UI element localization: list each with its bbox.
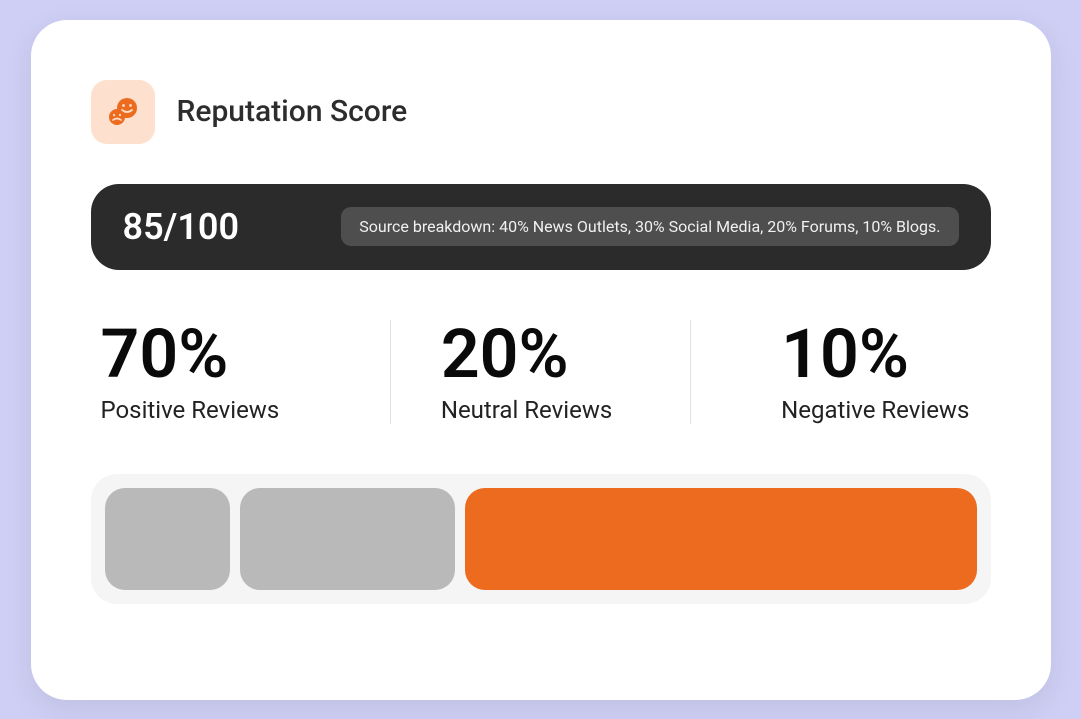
distribution-bar	[91, 474, 991, 604]
stat-neutral-value: 20%	[441, 320, 680, 388]
faces-icon	[91, 80, 155, 144]
score-value: 85/100	[123, 206, 240, 248]
bar-segment-3	[465, 488, 976, 590]
stat-positive: 70% Positive Reviews	[91, 320, 391, 424]
card-header: Reputation Score	[91, 80, 991, 144]
stat-positive-label: Positive Reviews	[101, 396, 380, 424]
card-title: Reputation Score	[177, 94, 408, 129]
source-breakdown-chip: Source breakdown: 40% News Outlets, 30% …	[341, 207, 958, 246]
stat-negative-value: 10%	[781, 320, 980, 388]
stat-negative-label: Negative Reviews	[781, 396, 980, 424]
bar-segment-1	[105, 488, 231, 590]
reputation-card: Reputation Score 85/100 Source breakdown…	[31, 20, 1051, 700]
stat-neutral: 20% Neutral Reviews	[391, 320, 691, 424]
bar-segment-2	[240, 488, 455, 590]
score-bar: 85/100 Source breakdown: 40% News Outlet…	[91, 184, 991, 270]
stat-positive-value: 70%	[101, 320, 380, 388]
stat-neutral-label: Neutral Reviews	[441, 396, 680, 424]
review-stats: 70% Positive Reviews 20% Neutral Reviews…	[91, 320, 991, 424]
stat-negative: 10% Negative Reviews	[691, 320, 990, 424]
